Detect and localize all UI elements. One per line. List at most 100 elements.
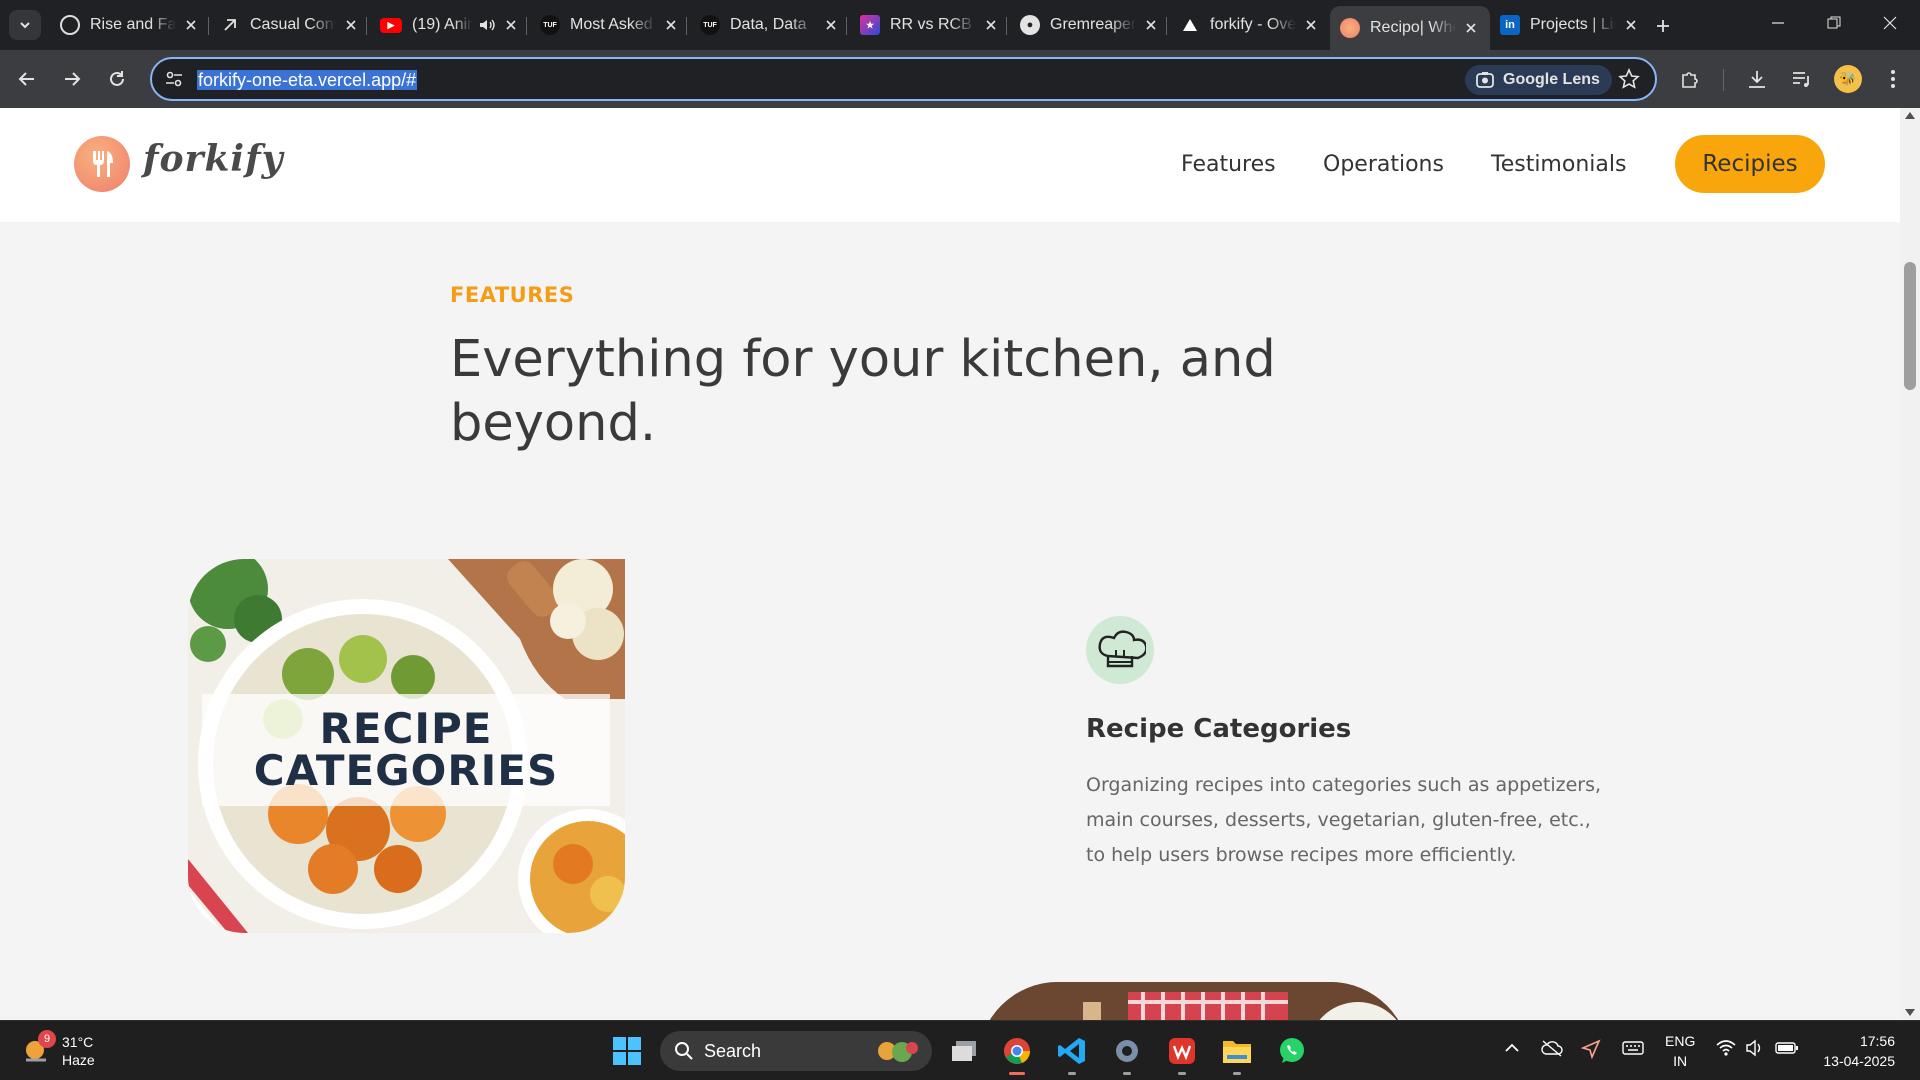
tab-title: Rise and Fall: [90, 16, 176, 33]
taskbar-vscode[interactable]: [1052, 1031, 1092, 1075]
system-clock[interactable]: 17:56 13-04-2025: [1815, 1031, 1895, 1071]
url-text[interactable]: forkify-one-eta.vercel.app/#: [197, 70, 418, 90]
tab-youtube[interactable]: ▶ (19) Animation: [370, 8, 530, 42]
browser-toolbar: forkify-one-eta.vercel.app/# Google Lens…: [0, 50, 1920, 108]
close-icon[interactable]: [1462, 19, 1480, 37]
close-icon[interactable]: [1302, 16, 1320, 34]
scroll-up-icon[interactable]: [1905, 112, 1915, 119]
close-icon[interactable]: [1622, 16, 1640, 34]
media-controls-button[interactable]: [1786, 63, 1818, 95]
tab-linkedin[interactable]: in Projects | LinkedIn: [1490, 8, 1650, 42]
close-icon[interactable]: [342, 16, 360, 34]
scroll-down-icon[interactable]: [1905, 1009, 1915, 1016]
toolbar-separator: [1723, 69, 1724, 91]
close-icon[interactable]: [182, 16, 200, 34]
volume-tray[interactable]: [1745, 1039, 1765, 1061]
tab-title: Gremreaper: [1050, 16, 1136, 33]
nav-link-operations[interactable]: Operations: [1323, 152, 1444, 177]
close-icon[interactable]: [662, 16, 680, 34]
reload-button[interactable]: [101, 63, 133, 95]
taskbar-file-explorer[interactable]: [1217, 1031, 1257, 1075]
image-label-line-2: CATEGORIES: [253, 746, 559, 795]
page-viewport: forkify Features Operations Testimonials…: [0, 108, 1900, 1020]
site-info-icon[interactable]: [164, 69, 184, 93]
image-overlay-label: RECIPE CATEGORIES: [202, 694, 610, 806]
fork-knife-icon: [93, 151, 113, 177]
taskbar-wps[interactable]: [1162, 1031, 1202, 1075]
puzzle-icon: [1682, 72, 1698, 88]
google-lens-button[interactable]: Google Lens: [1465, 65, 1612, 95]
windows-icon: [613, 1037, 641, 1065]
nav-link-testimonials[interactable]: Testimonials: [1491, 152, 1626, 177]
onedrive-tray[interactable]: [1541, 1039, 1563, 1061]
audio-icon[interactable]: [478, 16, 496, 34]
table-cloth-illustration: [978, 982, 1410, 1020]
search-highlight-icon: [878, 1042, 918, 1062]
tab-most-asked[interactable]: TUF Most Asked: [530, 8, 690, 42]
feature-description: Organizing recipes into categories such …: [1086, 774, 1602, 866]
tab-forkify-overview[interactable]: forkify - Overview: [1170, 8, 1330, 42]
vscode-icon: [1058, 1038, 1085, 1064]
recipies-cta-button[interactable]: Recipies: [1675, 135, 1825, 193]
tuf-icon: TUF: [540, 15, 560, 35]
minimize-icon: [1772, 22, 1784, 24]
close-icon[interactable]: [982, 16, 1000, 34]
tab-data[interactable]: TUF Data, Data: [690, 8, 850, 42]
tab-recipo-active[interactable]: Recipo| Where: [1330, 6, 1490, 50]
speaker-icon: [1746, 1039, 1761, 1057]
tab-casual-conversation[interactable]: Casual Conversation: [210, 8, 370, 42]
navigation-arrow-icon: [1580, 1039, 1601, 1060]
extensions-button[interactable]: [1675, 63, 1707, 95]
tab-rr-vs-rcb[interactable]: ★ RR vs RCB: [850, 8, 1010, 42]
location-tray[interactable]: [1580, 1039, 1601, 1063]
arrow-right-icon: [65, 72, 81, 86]
taskbar-chrome[interactable]: [997, 1031, 1037, 1075]
forward-button[interactable]: [56, 63, 88, 95]
weather-badge: 9: [38, 1030, 56, 1048]
restore-icon: [1827, 16, 1841, 29]
windows-taskbar: 9 31°C Haze Search ENG IN 17:56 13-04-20…: [0, 1020, 1920, 1080]
taskbar-whatsapp[interactable]: [1272, 1031, 1312, 1071]
section-headline: Everything for your kitchen, and beyond.: [450, 328, 1350, 456]
close-icon[interactable]: [1142, 16, 1160, 34]
tab-title: forkify - Overview: [1210, 16, 1296, 33]
keyboard-tray[interactable]: [1622, 1039, 1644, 1061]
forkify-logo-icon[interactable]: [74, 136, 130, 192]
close-icon[interactable]: [502, 16, 520, 34]
bookmark-star-icon[interactable]: [1618, 68, 1640, 94]
restore-button[interactable]: [1806, 0, 1862, 46]
address-bar[interactable]: forkify-one-eta.vercel.app/# Google Lens: [150, 57, 1657, 101]
nav-link-features[interactable]: Features: [1181, 152, 1276, 177]
chevron-down-icon: [20, 22, 30, 29]
tab-github[interactable]: ● Gremreaper: [1010, 8, 1170, 42]
profile-avatar[interactable]: 🐝: [1834, 65, 1862, 93]
language-region: IN: [1673, 1053, 1688, 1069]
arrow-left-icon: [18, 72, 34, 86]
task-view-button[interactable]: [944, 1031, 984, 1071]
close-icon[interactable]: [822, 16, 840, 34]
taskbar-settings[interactable]: [1107, 1031, 1147, 1075]
scroll-thumb[interactable]: [1904, 262, 1916, 390]
tab-separator: [686, 17, 687, 35]
battery-icon: [1775, 1042, 1798, 1054]
tab-rise-and-fall[interactable]: Rise and Fall: [50, 8, 210, 42]
task-view-icon: [952, 1041, 976, 1061]
start-button[interactable]: [607, 1031, 647, 1071]
weather-widget[interactable]: 9 31°C Haze: [22, 1030, 95, 1069]
tab-search-button[interactable]: [9, 10, 41, 40]
weather-desc: Haze: [62, 1052, 95, 1068]
back-button[interactable]: [11, 63, 43, 95]
running-indicator: [1123, 1072, 1131, 1075]
network-tray[interactable]: [1716, 1039, 1736, 1061]
page-scrollbar[interactable]: [1900, 108, 1920, 1020]
taskbar-search[interactable]: Search: [660, 1031, 932, 1071]
menu-button[interactable]: [1877, 63, 1909, 95]
logo-text[interactable]: forkify: [143, 138, 284, 180]
battery-tray[interactable]: [1775, 1039, 1799, 1061]
close-window-button[interactable]: [1862, 0, 1918, 46]
input-language[interactable]: ENG IN: [1665, 1031, 1695, 1071]
downloads-button[interactable]: [1741, 63, 1773, 95]
new-tab-button[interactable]: [1650, 13, 1676, 39]
minimize-button[interactable]: [1750, 0, 1806, 46]
show-hidden-icons-button[interactable]: [1503, 1039, 1521, 1061]
